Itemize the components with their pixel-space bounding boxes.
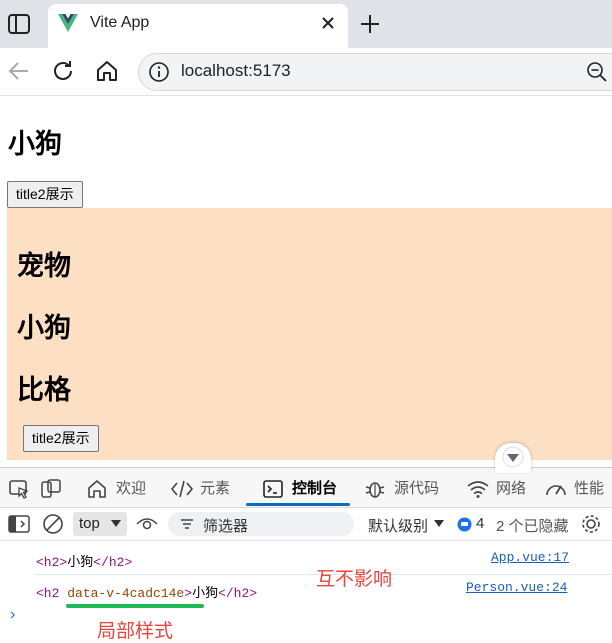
log-level-select[interactable]: 默认级别 bbox=[368, 515, 428, 536]
close-tag: </h2> bbox=[218, 586, 258, 601]
source-link-app[interactable]: App.vue:17 bbox=[491, 550, 569, 565]
tab-sources[interactable]: 源代码 bbox=[364, 478, 450, 500]
person-heading-dog: 小狗 bbox=[17, 313, 71, 343]
chevron-down-icon bbox=[502, 446, 524, 468]
zoom-out-icon[interactable] bbox=[586, 61, 608, 83]
hidden-messages-count: 2 个已隐藏 bbox=[496, 518, 569, 535]
tab-title: Vite App bbox=[90, 14, 150, 31]
tab-sources-label: 源代码 bbox=[394, 480, 440, 497]
reload-icon[interactable] bbox=[50, 58, 76, 84]
vue-logo-icon bbox=[58, 14, 78, 32]
new-tab-icon[interactable] bbox=[358, 12, 382, 36]
tab-elements-label: 元素 bbox=[200, 480, 231, 497]
filter-input[interactable] bbox=[168, 512, 354, 536]
close-tag: </h2> bbox=[93, 555, 133, 570]
collapse-devtools-button[interactable] bbox=[495, 443, 531, 473]
console-icon bbox=[263, 480, 283, 498]
gauge-icon bbox=[546, 485, 566, 496]
close-tab-icon[interactable] bbox=[318, 13, 338, 33]
tab-performance-label: 性能 bbox=[574, 480, 605, 497]
app-heading: 小狗 bbox=[8, 129, 62, 159]
open-tag-start: <h2 bbox=[36, 586, 68, 601]
console-message: <h2 data-v-4cadc14e>小狗</h2> bbox=[36, 582, 257, 601]
home-icon bbox=[88, 480, 106, 498]
tab-console-label: 控制台 bbox=[292, 480, 338, 497]
message-text: 小狗 bbox=[67, 555, 94, 570]
message-text: 小狗 bbox=[192, 586, 219, 601]
tab-console[interactable]: 控制台 bbox=[262, 478, 352, 500]
inspect-element-icon[interactable] bbox=[8, 478, 30, 500]
back-arrow-icon[interactable] bbox=[6, 58, 32, 84]
source-link-person[interactable]: Person.vue:24 bbox=[466, 580, 567, 595]
tab-actions-icon[interactable] bbox=[6, 12, 32, 36]
issues-icon[interactable] bbox=[457, 517, 472, 532]
person-title2-button[interactable]: title2展示 bbox=[23, 425, 99, 452]
tab-elements[interactable]: 元素 bbox=[170, 478, 240, 500]
clear-console-icon[interactable] bbox=[42, 513, 64, 535]
console-prompt-icon[interactable]: › bbox=[10, 606, 15, 624]
active-tab-indicator bbox=[246, 503, 350, 506]
tab-welcome[interactable]: 欢迎 bbox=[86, 478, 156, 500]
device-emulation-icon[interactable] bbox=[40, 478, 62, 500]
annotation-scoped-style: 局部样式 bbox=[97, 621, 174, 642]
wifi-icon bbox=[467, 481, 489, 498]
scoped-attribute: data-v-4cadc14e bbox=[67, 586, 185, 601]
tab-network-label: 网络 bbox=[496, 480, 527, 497]
tab-performance[interactable]: 性能 bbox=[544, 478, 612, 500]
person-heading-pet: 宠物 bbox=[17, 251, 71, 281]
home-icon[interactable] bbox=[94, 58, 120, 84]
filter-placeholder: 筛选器 bbox=[203, 518, 249, 535]
gear-icon[interactable] bbox=[580, 513, 602, 535]
tab-network[interactable]: 网络 bbox=[466, 478, 536, 500]
person-component bbox=[7, 208, 612, 460]
annotation-underline bbox=[66, 604, 204, 608]
console-message: <h2>小狗</h2> bbox=[36, 551, 132, 570]
caret-down-icon bbox=[111, 520, 121, 527]
bug-icon bbox=[365, 482, 385, 498]
open-tag-end: > bbox=[184, 586, 193, 601]
context-select[interactable]: top bbox=[73, 512, 127, 536]
site-info-icon[interactable] bbox=[148, 61, 170, 83]
caret-down-icon bbox=[434, 520, 444, 527]
open-tag: <h2> bbox=[36, 555, 68, 570]
tab-welcome-label: 欢迎 bbox=[116, 480, 147, 497]
issues-count[interactable]: 4 bbox=[476, 515, 484, 532]
app-title2-button[interactable]: title2展示 bbox=[7, 181, 83, 208]
code-icon bbox=[170, 480, 194, 498]
toggle-sidebar-icon[interactable] bbox=[8, 514, 30, 534]
context-select-value: top bbox=[79, 515, 100, 532]
url-text[interactable]: localhost:5173 bbox=[181, 61, 291, 81]
person-heading-breed: 比格 bbox=[17, 375, 71, 405]
live-expression-eye-icon[interactable] bbox=[136, 514, 158, 534]
annotation-no-interference: 互不影响 bbox=[316, 569, 393, 590]
filter-icon bbox=[181, 519, 193, 529]
